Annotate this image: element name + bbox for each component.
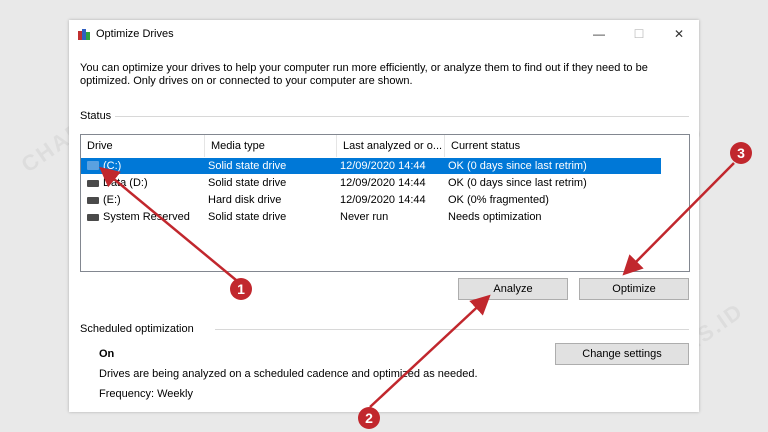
step-marker-3: 3 [730, 142, 752, 164]
arrow-1 [99, 166, 237, 281]
step-marker-2: 2 [358, 407, 380, 429]
annotation-arrows [99, 162, 735, 408]
arrow-2 [369, 294, 491, 408]
step-marker-1: 1 [230, 278, 252, 300]
arrow-3 [622, 162, 735, 276]
